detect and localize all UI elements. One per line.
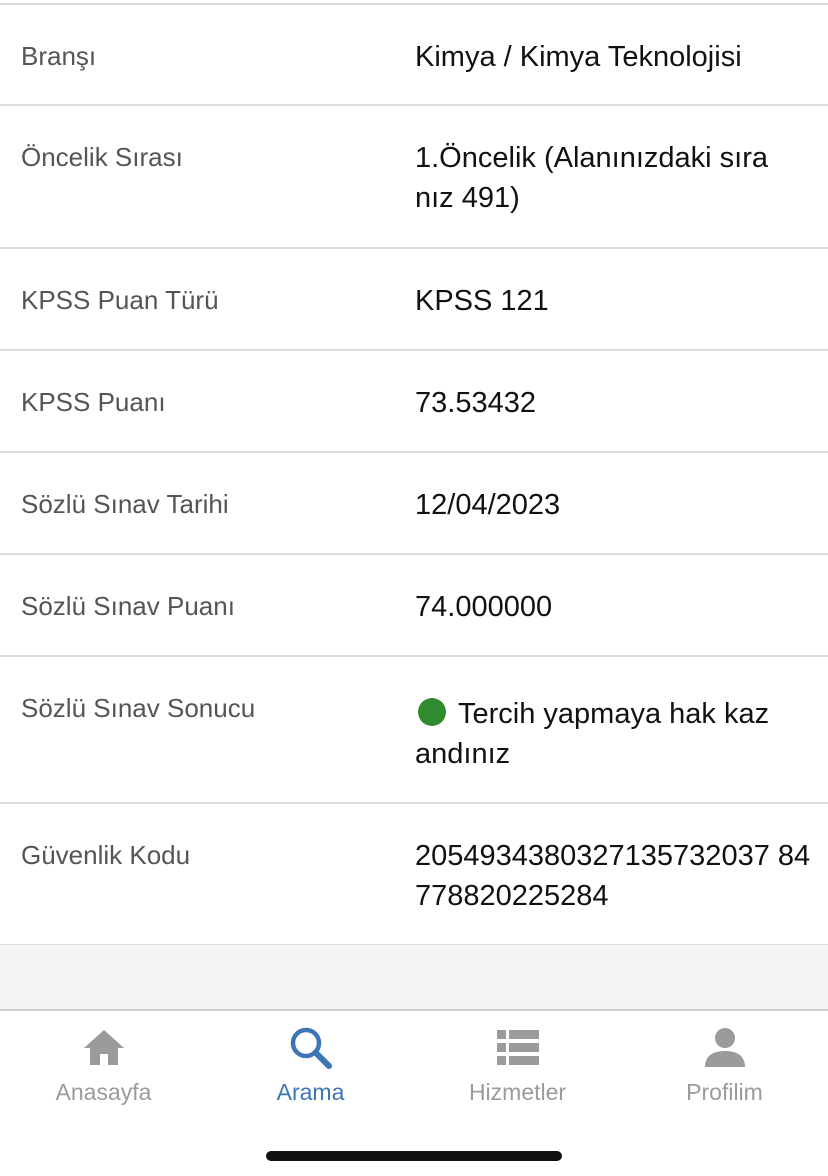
detail-value: Tercih yapmaya hak kazandınız <box>415 698 770 770</box>
detail-value: 2054934380327135732037 84778820225284 <box>415 840 811 912</box>
detail-row-brans: Branşı Kimya / Kimya Teknolojisi <box>0 5 828 106</box>
detail-value: 73.53432 <box>415 387 536 419</box>
user-icon <box>704 1028 745 1067</box>
tab-arama[interactable]: Arama <box>207 1011 414 1121</box>
detail-label: KPSS Puanı <box>21 387 166 417</box>
details-list: Branşı Kimya / Kimya Teknolojisi Öncelik… <box>0 5 828 946</box>
detail-value: 74.000000 <box>415 591 553 623</box>
tab-label: Profilim <box>686 1079 763 1105</box>
tab-label: Arama <box>276 1079 345 1105</box>
content-footer-space <box>0 945 828 1009</box>
tab-profilim[interactable]: Profilim <box>621 1011 828 1121</box>
detail-value: 1.Öncelik (Alanınızdaki sıranız 491) <box>415 142 768 214</box>
home-indicator[interactable] <box>266 1151 562 1161</box>
detail-label: Branşı <box>21 41 97 71</box>
home-icon <box>83 1030 124 1065</box>
detail-row-guvenlik-kodu: Güvenlik Kodu 2054934380327135732037 847… <box>0 804 828 946</box>
detail-label: Güvenlik Kodu <box>21 840 191 870</box>
status-success-dot-icon <box>418 698 446 726</box>
detail-label: Sözlü Sınav Tarihi <box>21 489 229 519</box>
detail-label: KPSS Puan Türü <box>21 285 219 315</box>
detail-row-sozlu-tarih: Sözlü Sınav Tarihi 12/04/2023 <box>0 453 828 555</box>
detail-label: Sözlü Sınav Sonucu <box>21 693 256 723</box>
detail-value: KPSS 121 <box>415 285 549 317</box>
tab-label: Hizmetler <box>468 1079 567 1105</box>
detail-row-oncelik: Öncelik Sırası 1.Öncelik (Alanınızdaki s… <box>0 106 828 249</box>
detail-row-sozlu-puan: Sözlü Sınav Puanı 74.000000 <box>0 555 828 657</box>
detail-value: Kimya / Kimya Teknolojisi <box>415 41 742 73</box>
detail-row-kpss-puani: KPSS Puanı 73.53432 <box>0 351 828 453</box>
detail-value-container: Tercih yapmaya hak kazandınız <box>415 694 775 774</box>
detail-row-puan-turu: KPSS Puan Türü KPSS 121 <box>0 249 828 351</box>
detail-value: 12/04/2023 <box>415 489 561 521</box>
screen: Branşı Kimya / Kimya Teknolojisi Öncelik… <box>0 0 828 1176</box>
search-icon <box>290 1027 332 1069</box>
detail-row-sozlu-sonuc: Sözlü Sınav Sonucu Tercih yapmaya hak ka… <box>0 657 828 804</box>
tab-label: Anasayfa <box>55 1079 152 1105</box>
detail-label: Öncelik Sırası <box>21 142 183 172</box>
detail-label: Sözlü Sınav Puanı <box>21 591 235 621</box>
tab-hizmetler[interactable]: Hizmetler <box>414 1011 621 1121</box>
tab-anasayfa[interactable]: Anasayfa <box>0 1011 207 1121</box>
list-icon <box>496 1030 539 1065</box>
